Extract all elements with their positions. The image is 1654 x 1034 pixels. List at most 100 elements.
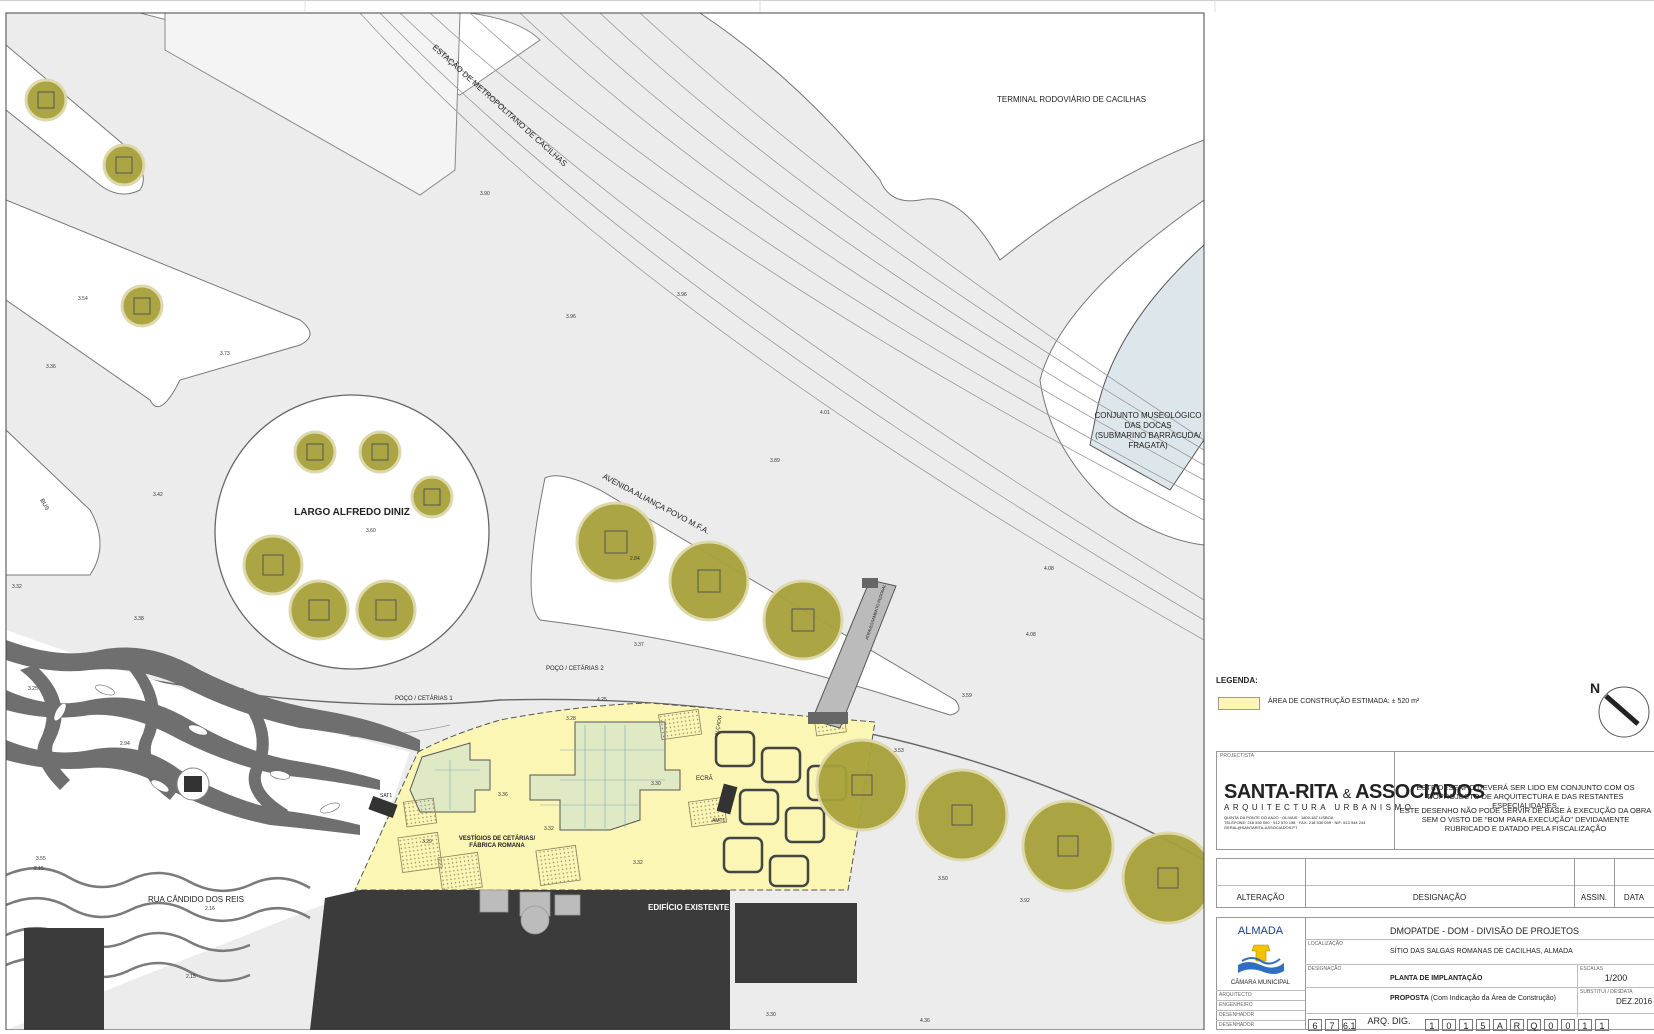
firm-email: GERAL@SANTARITA-ASSOCIADOS.PT [1224, 825, 1298, 830]
firm-sub: ARQUITECTURA URBANISMO [1224, 803, 1415, 812]
elevation-label: 3.73 [220, 351, 230, 357]
col-alteracao: ALTERAÇÃO [1236, 893, 1285, 902]
col-designacao: DESIGNAÇÃO [1412, 893, 1467, 902]
elevation-label: 2.15 [186, 974, 196, 980]
elevation-label: 3.50 [938, 876, 948, 882]
designation: PLANTA DE IMPLANTAÇÃO [1390, 975, 1483, 982]
elevation-label: 4.25 [597, 697, 607, 703]
elevation-label: 3.30 [651, 781, 661, 787]
label-museum-4: FRAGATA) [1128, 441, 1168, 450]
designation-small-label: DESIGNAÇÃO [1308, 966, 1342, 972]
code-cell: R [1509, 1019, 1524, 1031]
elevation-label: 2.15 [34, 866, 44, 872]
date-small-label: DATA [1620, 989, 1633, 995]
legend-swatch [1218, 697, 1260, 710]
legend-item: ÁREA DE CONSTRUÇÃO ESTIMADA: ± 520 m² [1268, 698, 1420, 705]
elevation-label: 4.01 [820, 410, 830, 416]
client-sub: CÂMARA MUNICIPAL [1230, 980, 1291, 986]
label-ecra: ECRÃ [696, 775, 713, 782]
elevation-label: 3.32 [12, 584, 22, 590]
label-well-1: POÇO / CETÁRIAS 1 [395, 695, 453, 702]
label-sat1: SAT1 [380, 793, 392, 799]
legend-title: LEGENDA: [1216, 676, 1258, 685]
elevation-label: 3.53 [894, 748, 904, 754]
code-row: 6 7 6.1 ARQ. DIG. 1015ARQ0011 [1308, 1016, 1654, 1033]
elevation-label: 4.08 [1044, 566, 1054, 572]
firm-name-1: SANTA-RITA [1224, 781, 1338, 803]
almada-logo-icon [1238, 944, 1284, 974]
elevation-label: 2.94 [120, 741, 130, 747]
proposal-bold: PROPOSTA [1390, 995, 1429, 1002]
elevation-label: 3.96 [566, 314, 576, 320]
code-cell: 1 [1458, 1019, 1473, 1031]
sub-small-label: SUBSTITUI / DES. [1580, 989, 1622, 995]
code-cell: 0 [1543, 1019, 1558, 1031]
department: DMOPATDE - DOM - DIVISÃO DE PROJETOS [1390, 926, 1580, 936]
code-cell: A [1492, 1019, 1507, 1031]
elevation-label: 3.54 [78, 296, 88, 302]
col-assin: ASSIN. [1580, 893, 1608, 902]
code-cell: 6.1 [1342, 1019, 1356, 1031]
legend: LEGENDA: ÁREA DE CONSTRUÇÃO ESTIMADA: ± … [1216, 676, 1636, 716]
scale: 1/200 [1604, 973, 1628, 983]
elevation-label: 3.89 [770, 458, 780, 464]
code-cell: 0 [1560, 1019, 1575, 1031]
code-cell: Q [1526, 1019, 1541, 1031]
elevation-label: 3.36 [498, 792, 508, 798]
elevation-label: 2.84 [630, 556, 640, 562]
label-museum-2: DAS DOCAS [1124, 421, 1171, 430]
date: DEZ.2016 [1616, 997, 1653, 1006]
label-bus-terminal: TERMINAL RODOVIÁRIO DE CACILHAS [997, 95, 1146, 104]
almada-logo [1236, 941, 1286, 977]
location-small-label: LOCALIZAÇÃO [1308, 941, 1344, 947]
elevation-label: 3.90 [480, 191, 490, 197]
code-cell: 0 [1441, 1019, 1456, 1031]
label-museum-1: CONJUNTO MUSEOLÓGICO [1095, 411, 1202, 420]
elevation-label: 3.32 [544, 826, 554, 832]
code-cell: 6 [1308, 1019, 1322, 1031]
code-right: 1015ARQ0011 [1424, 1016, 1612, 1033]
elevation-label: 3.55 [36, 856, 46, 862]
elevation-label: 3.38 [134, 616, 144, 622]
label-existing-building: EDIFÍCIO EXISTENTE [648, 903, 730, 912]
elevation-label: 3.42 [153, 492, 163, 498]
project-small-label: PROJECTISTA [1220, 753, 1255, 759]
elevation-label: 3.36 [46, 364, 56, 370]
elevation-label: 3.37 [634, 642, 644, 648]
elevation-label: 4.36 [920, 1018, 930, 1024]
label-ruins-2: FÁBRICA ROMANA [469, 842, 525, 849]
label-museum-3: (SUBMARINO BARRACUDA/ [1095, 431, 1202, 440]
elevation-label: 3.96 [677, 292, 687, 298]
elevation-label: 3.60 [366, 528, 376, 534]
scale-small-label: ESCALAS [1580, 966, 1604, 972]
elevation-label: 4.08 [1026, 632, 1036, 638]
code-left: 6 7 6.1 [1308, 1016, 1359, 1033]
role-eng: ENGENHEIRO [1219, 1002, 1253, 1008]
label-ruins-1: VESTÍGIOS DE CETÁRIAS/ [459, 834, 536, 842]
elevation-label: 3.28 [566, 716, 576, 722]
title-block: PROJECTISTA SANTA-RITA & ASSOCIADOS ARQU… [1216, 751, 1654, 1033]
elevation-label: 3.59 [962, 693, 972, 699]
role-des2: DESENHADOR [1219, 1022, 1255, 1028]
code-cell: 1 [1577, 1019, 1592, 1031]
elevation-label: 3.32 [633, 860, 643, 866]
code-cell: 5 [1475, 1019, 1490, 1031]
client-name: ALMADA [1237, 925, 1284, 937]
elevation-label: 3.92 [1020, 898, 1030, 904]
role-arq: ARQUITECTO [1219, 992, 1252, 998]
code-cell: 7 [1325, 1019, 1339, 1031]
note-2: ESTE DESENHO NÃO PODE SERVIR DE BASE À E… [1399, 806, 1652, 833]
code-cell: 1 [1594, 1019, 1609, 1031]
label-well-2: POÇO / CETÁRIAS 2 [546, 665, 604, 672]
label-amt1: AMT1 [712, 818, 726, 824]
proposal: PROPOSTA (Com Indicação da Área de Const… [1390, 995, 1556, 1002]
location: SÍTIO DAS SALGAS ROMANAS DE CACILHAS, AL… [1390, 948, 1573, 955]
arq-label: ARQ. DIG. [1367, 1016, 1411, 1026]
firm-ampersand: & [1342, 786, 1352, 801]
col-data: DATA [1623, 893, 1645, 902]
role-des: DESENHADOR [1219, 1012, 1255, 1018]
elevation-label: 3.30 [766, 1012, 776, 1018]
roundabout-largo [214, 394, 490, 670]
elevation-label: 3.25 [28, 686, 38, 692]
elevation-label: 3.29 [422, 839, 432, 845]
